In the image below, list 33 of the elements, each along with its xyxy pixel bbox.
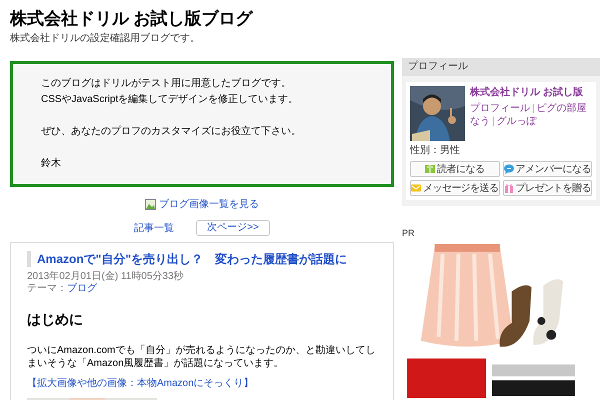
profile-action-button[interactable]: メッセージを送る [410,180,500,196]
link-separator: | [532,102,535,115]
article-list-link[interactable]: 記事一覧 [134,220,174,236]
profile-link[interactable]: プロフィール [470,102,530,115]
book-icon [425,164,436,174]
pr-label: PR [402,228,416,238]
profile-action-button[interactable]: 読者になる [410,161,500,177]
theme-link[interactable]: ブログ [67,283,97,295]
gender-text: 性別：男性 [410,145,461,157]
profile-link[interactable]: ピグの部屋 [536,102,587,115]
blog-description: 株式会社ドリルの設定確認用ブログです。 [10,32,201,45]
next-page-button[interactable]: 次ページ>> [196,220,270,236]
link-separator: | [492,115,495,128]
article-title[interactable]: Amazonで"自分"を売り出し？ 変わった履歴書が話題に [37,251,377,267]
profile-name-link[interactable]: 株式会社ドリル お試し版 [470,86,587,99]
notice-text: ぜひ、あなたのプロフのカスタマイズにお役立て下さい。 [41,124,302,139]
image-list-link[interactable]: ブログ画像一覧を見る [145,197,259,212]
envelope-icon [411,183,422,193]
gift-icon [504,183,514,193]
article-date: 2013年02月01日(金) 11時05分33秒 [27,271,185,282]
notice-text: このブログはドリルがテスト用に用意したブログです。 CSSやJavaScriptを編集してデザインを修正しています。 [41,76,300,107]
profile-heading: プロフィール [402,58,600,76]
speech-bubble-icon [504,164,514,174]
profile-action-button[interactable]: アメンバーになる [502,161,592,177]
notice-text: 鈴木 [41,156,62,171]
profile-action-button[interactable]: プレゼントを贈る [502,180,592,196]
theme-label: テーマ： [27,283,67,295]
article-paragraph: ついにAmazon.comでも「自分」が売れるようになったのか、と勘違いしてしまいそうな「Amazon風履歴書」が話題になっています。 [27,344,376,370]
profile-link[interactable]: なう [470,115,490,128]
image-icon [145,199,156,210]
image-link[interactable]: 【拡大画像や他の画像：本物Amazonにそっくり】 [27,378,377,390]
section-heading: はじめに [27,310,84,329]
profile-link[interactable]: グルっぽ [496,115,537,128]
